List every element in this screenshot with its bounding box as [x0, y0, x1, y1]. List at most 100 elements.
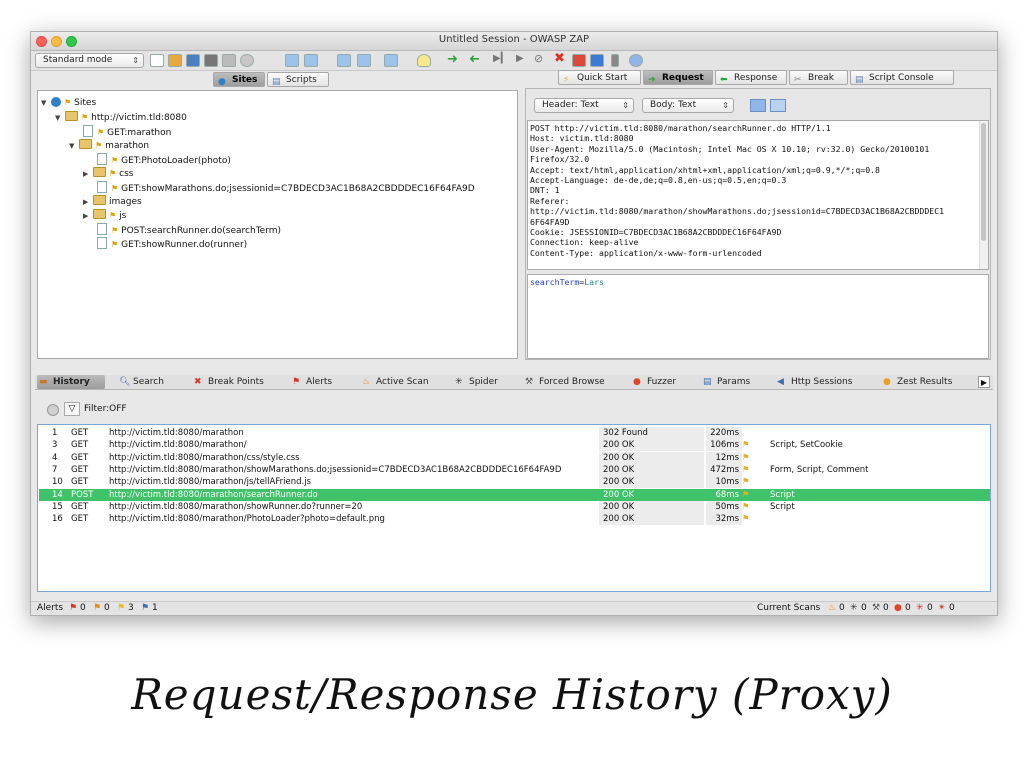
history-id: 10 [52, 477, 63, 488]
scrollbar-thumb[interactable] [981, 123, 986, 241]
hammer-icon: ⚒ [525, 377, 534, 387]
help-icon[interactable] [629, 54, 643, 67]
header-line: Accept: text/html,application/xhtml+xml,… [530, 164, 880, 175]
break-all-requests-icon[interactable]: ➜ [447, 52, 458, 67]
history-rtt: 68ms [715, 489, 739, 500]
history-id: 15 [52, 501, 63, 512]
header-view-select[interactable]: Header: Text ⇕ [534, 98, 634, 113]
table-row[interactable]: 15 GET http://victim.tld:8080/marathon/sho… [39, 500, 990, 513]
tab-scripts-label: Scripts [286, 75, 317, 85]
tree-node-css[interactable]: ▶ ⚑ css [83, 167, 134, 180]
tree-node-showrunner[interactable]: ⚑ GET:showRunner.do(runner) [97, 237, 247, 251]
history-rtt: 10ms [715, 477, 739, 488]
tab-history[interactable]: ▬ History [37, 375, 105, 389]
table-row[interactable]: 4 GET http://victim.tld:8080/marathon/css/… [39, 451, 990, 464]
delete-breakpoints-icon[interactable]: ✖ [554, 51, 565, 66]
layout-full-icon[interactable] [285, 54, 299, 67]
history-url: http://victim.tld:8080/marathon/PhotoLoa… [109, 514, 385, 525]
body-param-key: searchTerm [530, 277, 580, 287]
tab-search[interactable]: 🔍︎ Search [117, 375, 177, 389]
header-scrollbar[interactable] [979, 121, 988, 269]
tree-label: http://victim.tld:8080 [91, 113, 187, 123]
continue-icon[interactable]: ▶ [516, 53, 524, 64]
break-all-responses-icon[interactable]: ➜ [469, 52, 480, 67]
tree-node-images[interactable]: ▶ images [83, 195, 142, 208]
tab-alerts[interactable]: ⚑ Alerts [290, 375, 342, 389]
table-row[interactable]: 7 GET http://victim.tld:8080/marathon/show… [39, 463, 990, 476]
tree-node-js[interactable]: ▶ ⚑ js [83, 209, 126, 222]
history-code: 200 OK [603, 477, 635, 488]
active-scan-icon: ♨ [828, 603, 837, 613]
tree-node-host[interactable]: ▼ ⚑ http://victim.tld:8080 [55, 111, 187, 124]
tab-sites[interactable]: ● Sites [213, 72, 265, 87]
session-properties-icon[interactable] [222, 54, 236, 67]
layout-tabs-icon[interactable] [337, 54, 351, 67]
flag-icon: ⚑ [111, 184, 119, 193]
history-url: http://victim.tld:8080/marathon/ [109, 440, 247, 451]
table-row[interactable]: 10 GET http://victim.tld:8080/marathon/js/… [39, 476, 990, 489]
expand-sites-icon[interactable] [384, 54, 398, 67]
request-body-text[interactable]: searchTerm=Lars [527, 274, 989, 359]
tree-label: GET:showRunner.do(runner) [121, 240, 248, 250]
open-session-icon[interactable] [168, 54, 182, 67]
marker-icon[interactable] [611, 54, 619, 67]
lightbulb-icon[interactable] [417, 54, 431, 67]
tree-node-root[interactable]: ▼ ⚑ Sites [41, 97, 96, 109]
drop-icon[interactable]: ⊘ [534, 52, 543, 65]
tab-active-scan[interactable]: ♨ Active Scan [360, 375, 436, 389]
tab-break-points[interactable]: ✖ Break Points [192, 375, 274, 389]
tree-node-showmarathons[interactable]: ⚑ GET:showMarathons.do;jsessionid=C7BDECD… [97, 181, 475, 195]
tab-script-console[interactable]: ▤ Script Console [850, 70, 954, 85]
tab-forced-browse[interactable]: ⚒ Forced Browse [523, 375, 615, 389]
history-url: http://victim.tld:8080/marathon/js/tellA… [109, 477, 311, 488]
tree-node-photoloader[interactable]: ⚑ GET:PhotoLoader(photo) [97, 153, 231, 167]
tab-scripts[interactable]: ▤ Scripts [267, 72, 329, 87]
flag-icon: ⚑ [81, 113, 89, 122]
layout-split-icon[interactable] [304, 54, 318, 67]
show-tab-names-icon[interactable] [357, 54, 371, 67]
table-row[interactable]: 3 GET http://victim.tld:8080/marathon/200 … [39, 439, 990, 452]
tab-params[interactable]: ▤ Params [701, 375, 761, 389]
lightning-icon: ⚡ [563, 75, 570, 85]
scan-policy-icon[interactable] [572, 54, 586, 67]
params-icon: ▤ [703, 377, 712, 387]
tab-label: Active Scan [376, 377, 429, 387]
request-pane: Header: Text ⇕ Body: Text ⇕ POST http://vi… [525, 88, 991, 360]
body-view-select[interactable]: Body: Text ⇕ [642, 98, 734, 113]
snapshot-icon[interactable] [204, 54, 218, 67]
arrow-right-icon: ➜ [648, 75, 656, 85]
more-tabs-arrow-icon[interactable]: ▶ [978, 376, 990, 388]
tree-node-searchrunner[interactable]: ⚑ POST:searchRunner.do(searchTerm) [97, 223, 281, 237]
tab-http-sessions[interactable]: ◀ Http Sessions [775, 375, 871, 389]
tree-node-marathon[interactable]: ▼ ⚑ marathon [69, 139, 149, 152]
step-icon[interactable]: ▶▎ [493, 53, 508, 64]
manage-addons-icon[interactable] [590, 54, 604, 67]
note-flag-icon: ⚑ [742, 452, 750, 463]
scan-count-ajax: 0 [927, 603, 933, 613]
tab-spider[interactable]: ✳ Spider [453, 375, 511, 389]
mode-select[interactable]: Standard mode ⇕ [35, 53, 144, 68]
ajax-spider-icon: ✳ [916, 603, 924, 613]
split-vertical-icon[interactable] [770, 99, 786, 112]
tab-label: Forced Browse [539, 377, 605, 387]
split-horizontal-icon[interactable] [750, 99, 766, 112]
header-line: Connection: keep-alive [530, 237, 639, 248]
tab-quick-start[interactable]: ⚡ Quick Start [558, 70, 641, 85]
table-row[interactable]: 14 POST http://victim.tld:8080/marathon/se… [39, 488, 990, 501]
history-method: GET [71, 464, 89, 475]
tab-response[interactable]: ⬅ Response [715, 70, 787, 85]
clear-history-icon[interactable] [47, 404, 59, 416]
request-header-text[interactable]: POST http://victim.tld:8080/marathon/sea… [527, 120, 989, 270]
tab-break[interactable]: ✂ Break [789, 70, 848, 85]
save-session-icon[interactable] [186, 54, 200, 67]
tab-zest-results[interactable]: ● Zest Results [881, 375, 965, 389]
table-row[interactable]: 1 GET http://victim.tld:8080/marathon 302 F… [39, 427, 990, 439]
filter-funnel-icon[interactable]: ▽ [64, 402, 80, 416]
tree-node-get-marathon[interactable]: ⚑ GET:marathon [83, 125, 171, 139]
options-gear-icon[interactable] [240, 54, 254, 67]
tab-fuzzer[interactable]: ● Fuzzer [631, 375, 691, 389]
new-session-icon[interactable] [150, 54, 164, 67]
tab-request[interactable]: ➜ Request [643, 70, 713, 85]
table-row[interactable]: 16 GET http://victim.tld:8080/marathon/Pho… [39, 513, 990, 526]
history-rtt: 12ms [715, 452, 739, 463]
